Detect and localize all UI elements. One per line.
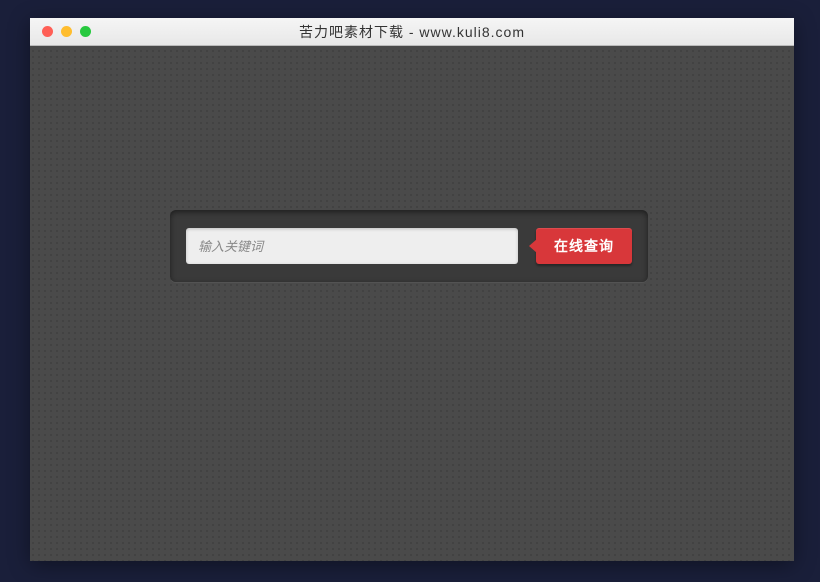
- search-input[interactable]: [186, 228, 518, 264]
- titlebar: 苦力吧素材下载 - www.kuli8.com: [30, 18, 794, 46]
- traffic-lights: [30, 26, 91, 37]
- search-panel: 在线查询: [170, 210, 648, 282]
- minimize-icon[interactable]: [61, 26, 72, 37]
- close-icon[interactable]: [42, 26, 53, 37]
- app-window: 苦力吧素材下载 - www.kuli8.com 在线查询: [30, 18, 794, 561]
- search-button[interactable]: 在线查询: [536, 228, 632, 264]
- maximize-icon[interactable]: [80, 26, 91, 37]
- window-title: 苦力吧素材下载 - www.kuli8.com: [30, 22, 794, 42]
- content-area: 在线查询: [30, 46, 794, 561]
